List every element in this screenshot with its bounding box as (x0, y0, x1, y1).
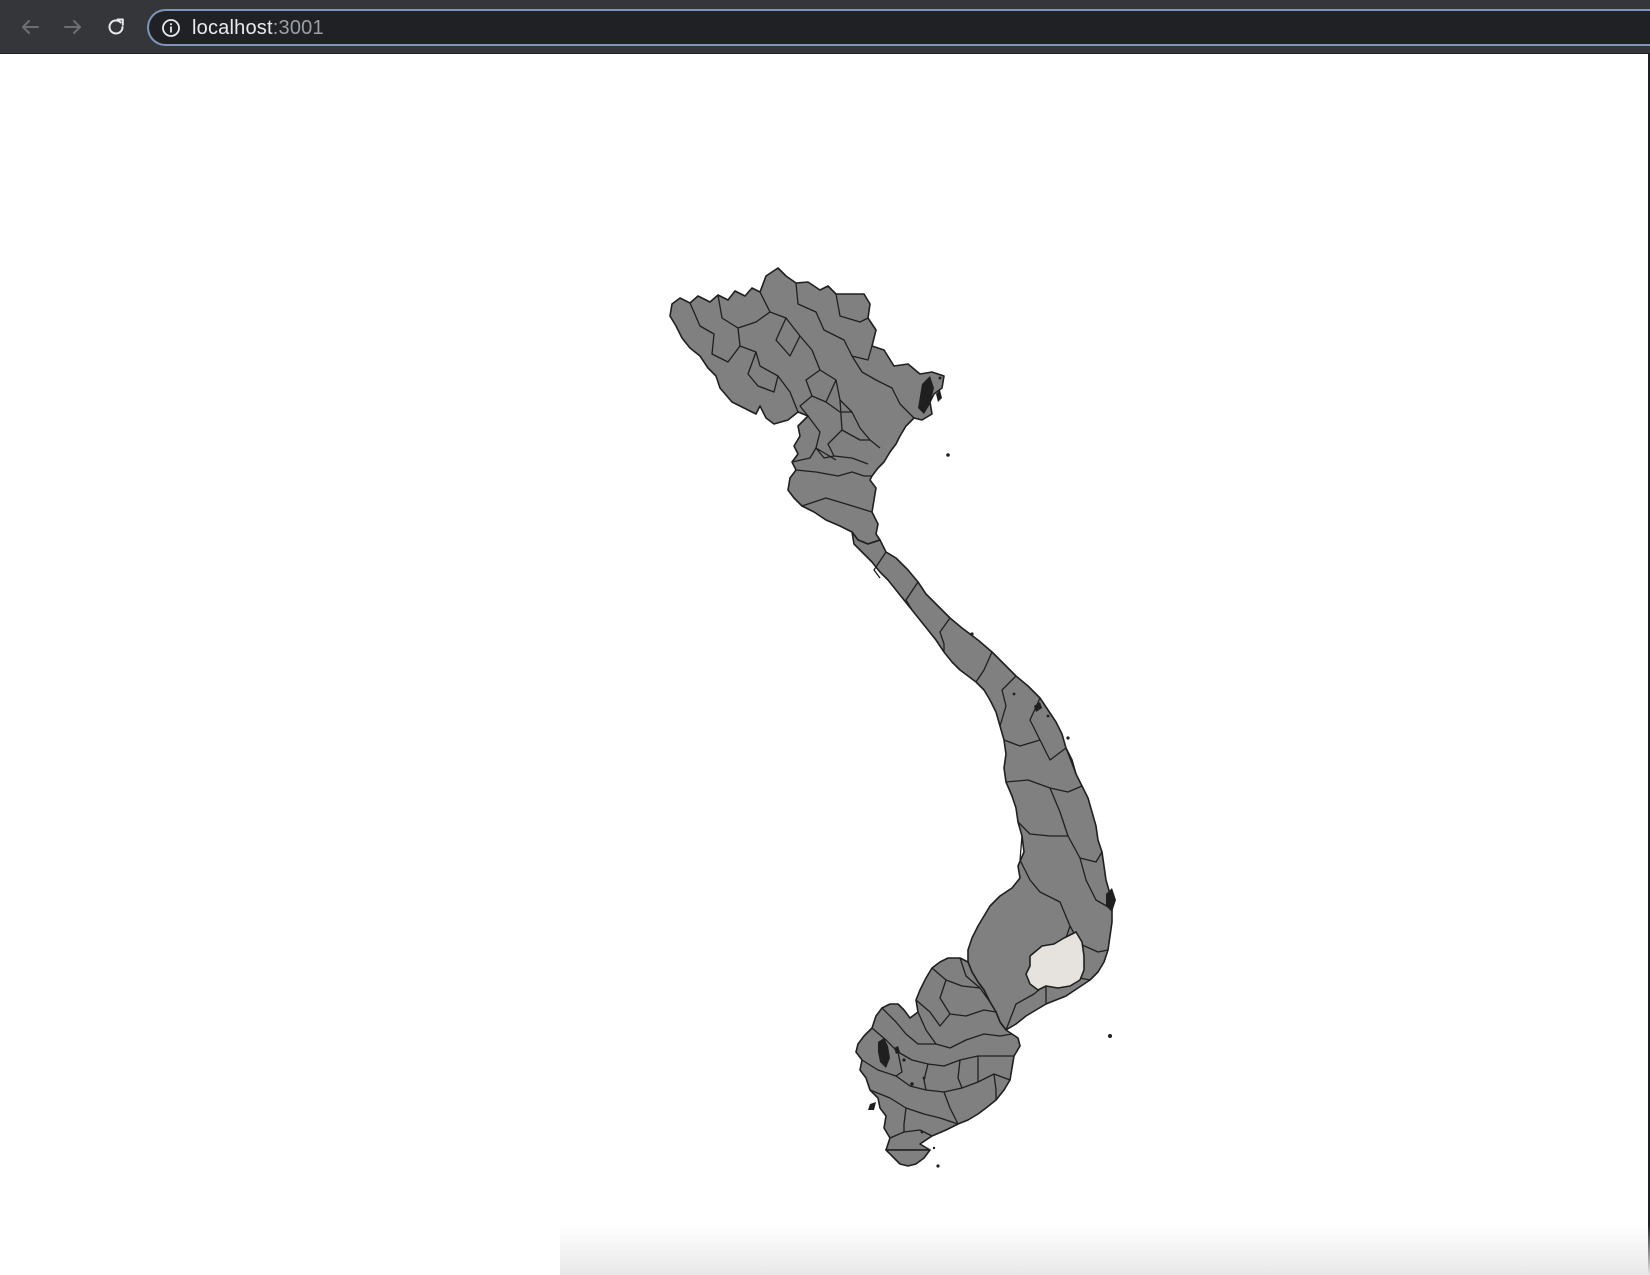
map-island-south-3 (902, 1058, 906, 1062)
map-island-south-6 (922, 1076, 926, 1080)
map-island-south-7 (920, 1130, 924, 1134)
map-island-south-8 (936, 1164, 940, 1168)
map-island-south-4 (910, 1082, 914, 1086)
map-island-central-5 (1012, 692, 1016, 696)
map-island-bachlongvi (946, 453, 950, 457)
map-region-camau[interactable] (885, 1149, 931, 1167)
map-island-south-5 (868, 1102, 876, 1110)
map-island-south-9 (932, 1146, 936, 1150)
vietnam-map (669, 267, 1116, 1168)
map-island-central-3 (1046, 714, 1050, 718)
map-island-central-4 (1066, 736, 1070, 740)
map-island-north-3 (938, 376, 942, 380)
map-island-phuquy (1108, 1034, 1112, 1038)
map-island-central-1 (970, 632, 974, 636)
